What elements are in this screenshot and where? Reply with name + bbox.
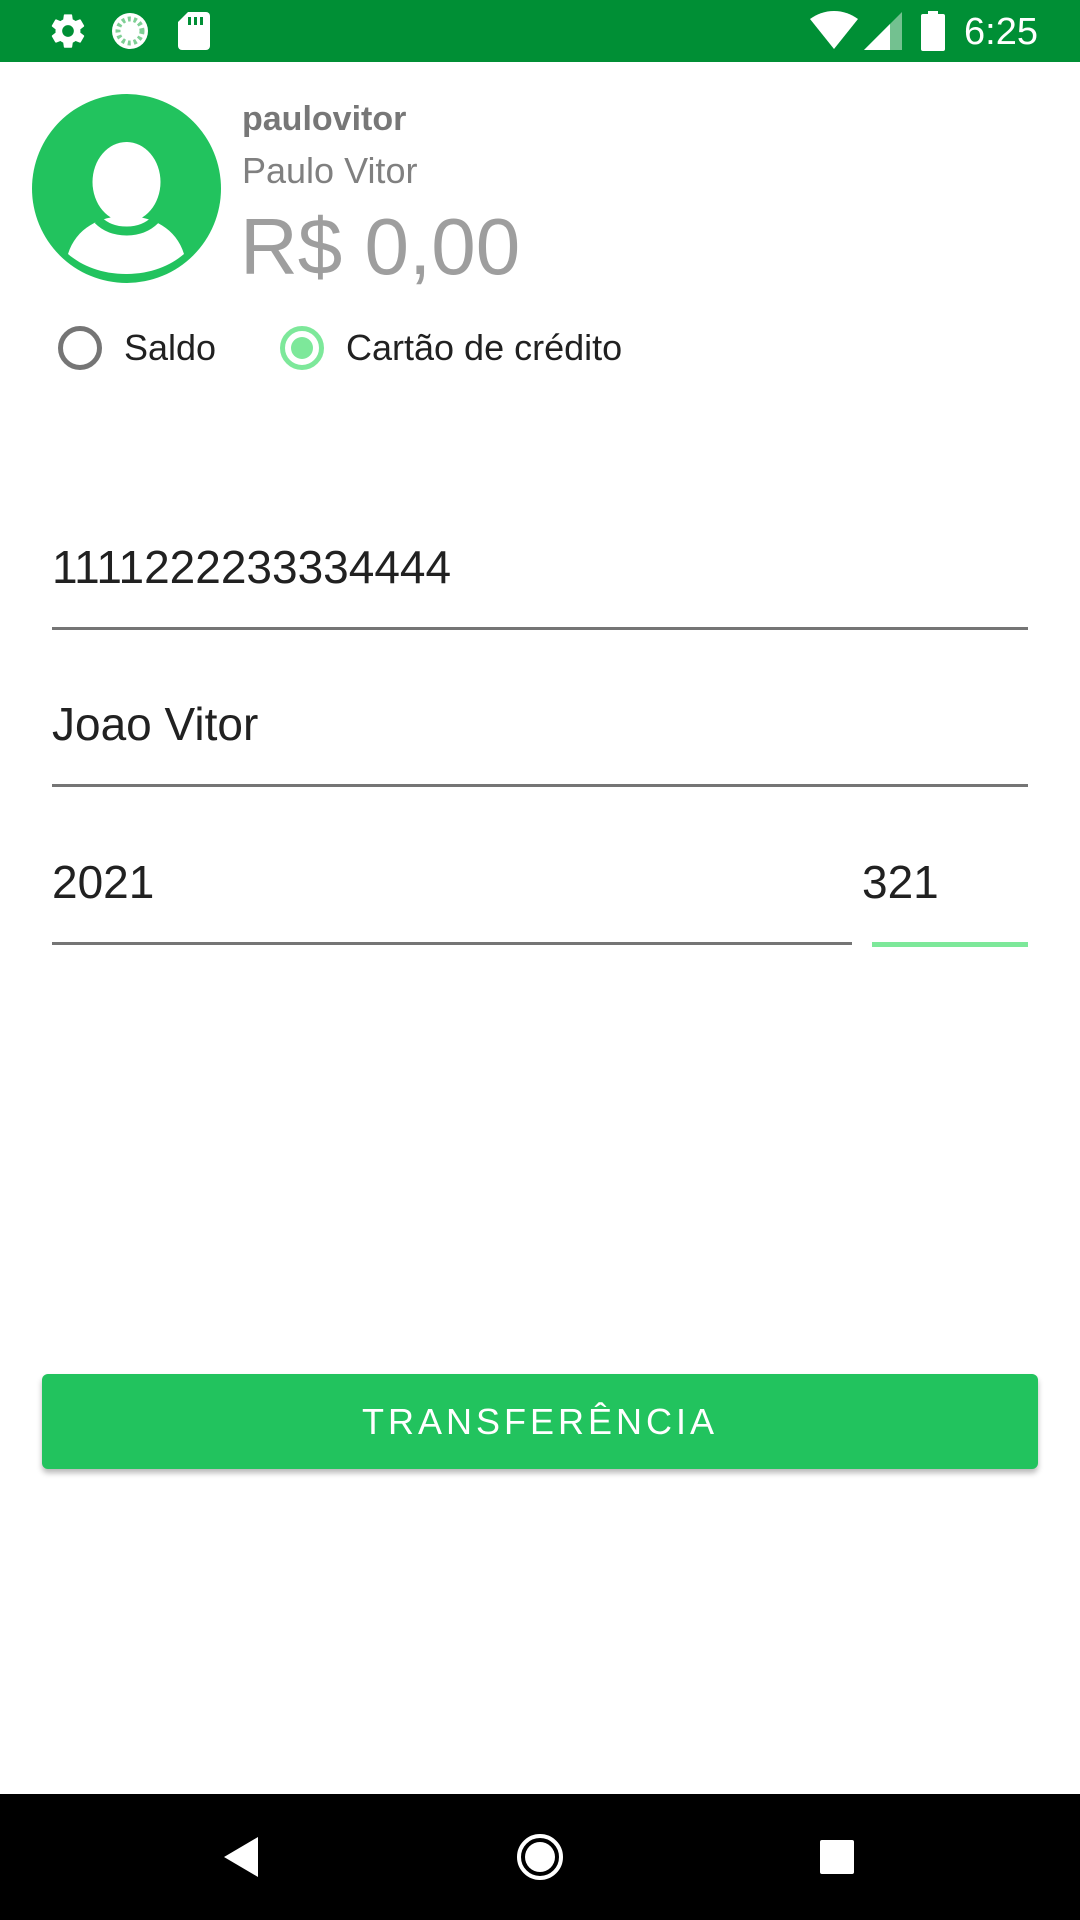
status-bar: 6:25 (0, 0, 1080, 62)
card-holder-underline (52, 784, 1028, 787)
signal-icon (864, 0, 902, 62)
home-button[interactable] (480, 1794, 600, 1920)
expiry-field[interactable]: 2021 (52, 855, 852, 945)
navigation-bar (0, 1794, 1080, 1920)
battery-icon (920, 0, 946, 62)
expiry-value: 2021 (52, 856, 155, 908)
radio-credit-card[interactable]: Cartão de crédito (280, 320, 622, 376)
radio-credit-card-label: Cartão de crédito (346, 327, 623, 368)
card-number-value: 1111222233334444 (52, 541, 452, 593)
sync-icon (110, 0, 150, 62)
expiry-underline (52, 942, 852, 945)
gear-icon (48, 0, 88, 62)
card-holder-value: Joao Vitor (52, 698, 259, 750)
transfer-screen: 6:25 paulovitor Paulo Vitor R$ 0,00 Sald… (0, 0, 1080, 1920)
wifi-icon (810, 0, 858, 62)
status-time: 6:25 (964, 11, 1038, 53)
card-number-field[interactable]: 1111222233334444 (52, 540, 1028, 630)
radio-saldo-label: Saldo (124, 327, 217, 368)
card-holder-field[interactable]: Joao Vitor (52, 697, 1028, 787)
recents-icon (820, 1840, 854, 1874)
card-number-underline (52, 627, 1028, 630)
balance: R$ 0,00 (240, 202, 521, 291)
cvv-value: 321 (862, 856, 939, 908)
person-icon (68, 142, 184, 274)
radio-unchecked-icon (58, 326, 102, 370)
radio-checked-icon (280, 326, 324, 370)
cvv-underline (872, 942, 1028, 947)
cvv-field[interactable]: 321 (862, 855, 1028, 947)
transfer-button[interactable]: TRANSFERÊNCIA (42, 1374, 1038, 1469)
recents-button[interactable] (777, 1794, 897, 1920)
avatar (32, 94, 221, 283)
back-button[interactable] (181, 1794, 301, 1920)
back-icon (224, 1837, 258, 1877)
sd-card-icon (176, 0, 212, 62)
full-name: Paulo Vitor (242, 150, 418, 191)
home-icon (517, 1834, 563, 1880)
username: paulovitor (242, 100, 407, 138)
radio-saldo[interactable]: Saldo (58, 320, 216, 376)
